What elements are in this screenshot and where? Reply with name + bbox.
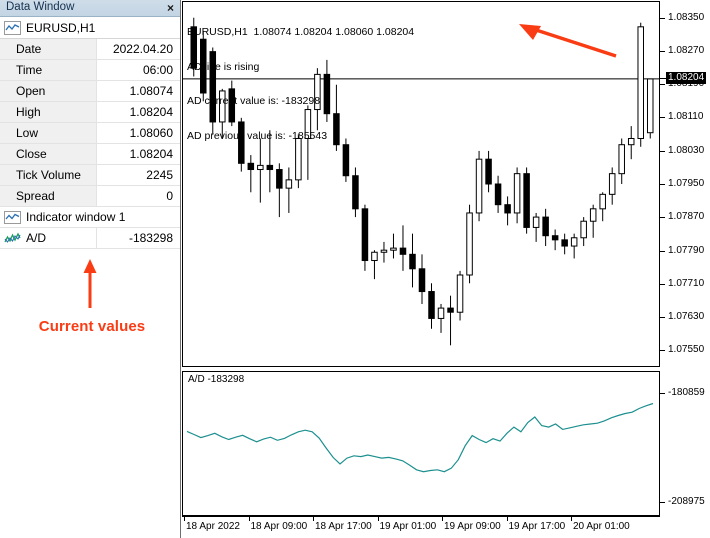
row-label: Tick Volume	[0, 165, 97, 185]
data-window-panel: Data Window × EURUSD,H1 Date 2022.04.20 …	[0, 0, 181, 538]
axis-tick	[660, 217, 665, 219]
indicator-name: A/D	[26, 231, 47, 245]
indicator-pane[interactable]: A/D -183298	[182, 371, 660, 516]
price-tick-label: 1.08030	[668, 144, 705, 156]
data-window-titlebar: Data Window ×	[0, 0, 180, 17]
indicator-window-group[interactable]: Indicator window 1	[0, 207, 180, 228]
row-value: 0	[97, 186, 180, 206]
row-value: 1.08060	[97, 123, 180, 143]
data-window-title: Data Window	[6, 1, 75, 14]
row-label: Open	[0, 81, 97, 101]
row-label: Time	[0, 60, 97, 80]
time-tick-label: 19 Apr 01:00	[379, 521, 437, 532]
row-label: Spread	[0, 186, 97, 206]
arrow-up-left-icon	[519, 24, 617, 58]
price-tick-label: 1.08270	[668, 44, 705, 56]
indicator-plot	[186, 402, 654, 473]
price-tick-label: 1.07550	[668, 344, 705, 356]
time-axis-line	[182, 516, 660, 517]
indicator-tick-label: -208975	[668, 496, 705, 507]
axis-tick	[660, 150, 665, 152]
price-tick-label: 1.07950	[668, 178, 705, 189]
axis-tick	[660, 117, 665, 119]
time-tick-label: 18 Apr 09:00	[250, 521, 308, 532]
time-tick-label: 19 Apr 09:00	[444, 521, 501, 532]
axis-tick	[660, 283, 665, 285]
chart-header-line: AD previous value is: -185543	[187, 129, 328, 142]
arrow-up-icon	[83, 259, 97, 308]
table-row[interactable]: Close 1.08204	[0, 144, 180, 165]
indicator-value: -183298	[97, 228, 180, 248]
table-row[interactable]: Time 06:00	[0, 60, 180, 81]
chart-header-line: EURUSD,H1 1.08074 1.08204 1.08060 1.0820…	[187, 26, 415, 38]
axis-tick	[506, 516, 508, 521]
table-row[interactable]: Tick Volume 2245	[0, 165, 180, 186]
indicator-tick-label: -180859	[668, 387, 705, 398]
annotation-label: Current values	[38, 318, 146, 335]
chart-header-text: EURUSD,H1 1.08074 1.08204 1.08060 1.0820…	[187, 4, 414, 165]
axis-tick	[660, 50, 665, 52]
row-value: 1.08074	[97, 81, 180, 101]
axis-tick	[377, 516, 379, 521]
axis-tick	[660, 250, 665, 252]
price-tick-label: 1.08110	[668, 111, 704, 123]
time-tick-label: 19 Apr 17:00	[508, 521, 566, 532]
row-value: 06:00	[97, 60, 180, 80]
indicator-axis: -180859 -208975	[659, 371, 709, 516]
table-row[interactable]: Date 2022.04.20	[0, 39, 180, 60]
table-row[interactable]: A/D -183298	[0, 228, 180, 249]
chart-header-line: AD line is rising	[187, 60, 260, 73]
axis-tick	[248, 516, 250, 521]
indicator-zigzag-icon	[4, 232, 21, 245]
row-label-cell: A/D	[0, 228, 97, 248]
indicator-window-label: Indicator window 1	[26, 210, 126, 224]
current-price-label: 1.08204	[666, 72, 707, 85]
row-label: Low	[0, 123, 97, 143]
axis-tick	[442, 516, 443, 521]
price-tick-label: 1.07710	[668, 277, 705, 289]
data-window-symbol-row[interactable]: EURUSD,H1	[0, 17, 180, 39]
axis-tick	[660, 350, 665, 352]
price-tick-label: 1.08350	[668, 11, 705, 23]
table-row[interactable]: Open 1.08074	[0, 81, 180, 102]
chart-line-icon	[4, 20, 21, 35]
axis-tick	[660, 317, 665, 319]
row-label: Date	[0, 39, 97, 59]
chart-header-line: AD current value is: -183298	[187, 95, 321, 107]
axis-tick	[660, 84, 665, 86]
table-row[interactable]: Low 1.08060	[0, 123, 180, 144]
row-label: High	[0, 102, 97, 122]
price-tick-label: 1.07870	[668, 211, 705, 223]
indicator-pane-label: A/D -183298	[188, 374, 245, 385]
row-label: Close	[0, 144, 97, 164]
axis-tick	[660, 502, 665, 503]
symbol-label: EURUSD,H1	[26, 20, 96, 35]
chart-line-icon	[4, 210, 21, 224]
table-row[interactable]: High 1.08204	[0, 102, 180, 123]
time-axis: 18 Apr 2022 18 Apr 09:00 18 Apr 17:00 19 Ap…	[182, 516, 709, 537]
table-row[interactable]: Spread 0	[0, 186, 180, 207]
chart-area: EURUSD,H1 1.08074 1.08204 1.08060 1.0820…	[181, 0, 710, 538]
time-tick-label: 18 Apr 17:00	[315, 521, 372, 532]
close-icon[interactable]: ×	[165, 2, 176, 14]
time-tick-label: 20 Apr 01:00	[573, 521, 630, 532]
axis-tick	[660, 393, 665, 394]
axis-tick	[660, 17, 665, 19]
row-value: 2022.04.20	[97, 39, 180, 59]
axis-tick	[313, 516, 314, 521]
axis-tick	[571, 516, 572, 521]
axis-tick	[660, 184, 665, 185]
time-tick-label: 18 Apr 2022	[186, 521, 240, 532]
row-value: 2245	[97, 165, 180, 185]
row-value: 1.08204	[97, 144, 180, 164]
row-value: 1.08204	[97, 102, 180, 122]
price-tick-label: 1.07630	[668, 311, 705, 323]
price-tick-label: 1.07790	[668, 244, 705, 256]
axis-tick	[184, 516, 185, 521]
price-axis[interactable]: 1.083501.082701.081901.081101.080301.079…	[659, 1, 709, 367]
